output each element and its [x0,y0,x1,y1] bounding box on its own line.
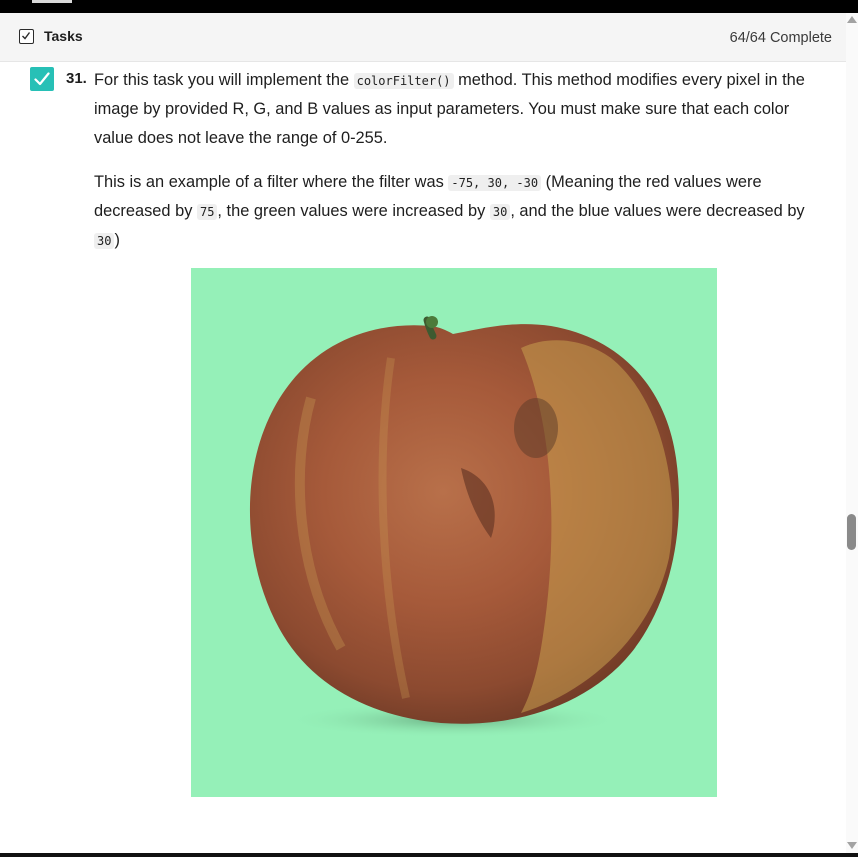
checkbox-checked-icon [19,29,34,44]
tasks-title: Tasks [44,28,83,44]
task-number: 31. [66,70,87,87]
checkmark-icon [34,72,50,86]
inline-code: -75, 30, -30 [448,174,542,191]
filtered-apple-image [191,268,717,797]
inline-code: colorFilter() [353,73,454,89]
text: , and the blue values were decreased by [510,202,805,221]
triangle-up-icon[interactable] [847,16,857,23]
task-paragraph-1: For this task you will implement the col… [94,66,822,152]
text: For this task you will implement the [94,71,354,89]
tasks-progress: 64/64 Complete [729,30,832,46]
scrollbar[interactable] [846,13,858,857]
text: This is an example of a filter where the… [94,172,449,191]
tasks-header[interactable]: Tasks 64/64 Complete [0,13,846,62]
inline-code: 75 [196,204,218,221]
text: , the green values were increased by [217,202,490,221]
logo [32,0,72,3]
task-description: For this task you will implement the col… [94,66,822,256]
task-complete-checkbox[interactable] [30,67,54,91]
scrollbar-thumb[interactable] [847,514,856,550]
top-bar [0,0,858,13]
inline-code: 30 [489,204,511,221]
inline-code: 30 [94,233,115,250]
task-paragraph-2: This is an example of a filter where the… [94,168,822,256]
text: ) [114,231,120,250]
triangle-down-icon[interactable] [847,842,857,849]
bottom-bar [0,853,858,857]
